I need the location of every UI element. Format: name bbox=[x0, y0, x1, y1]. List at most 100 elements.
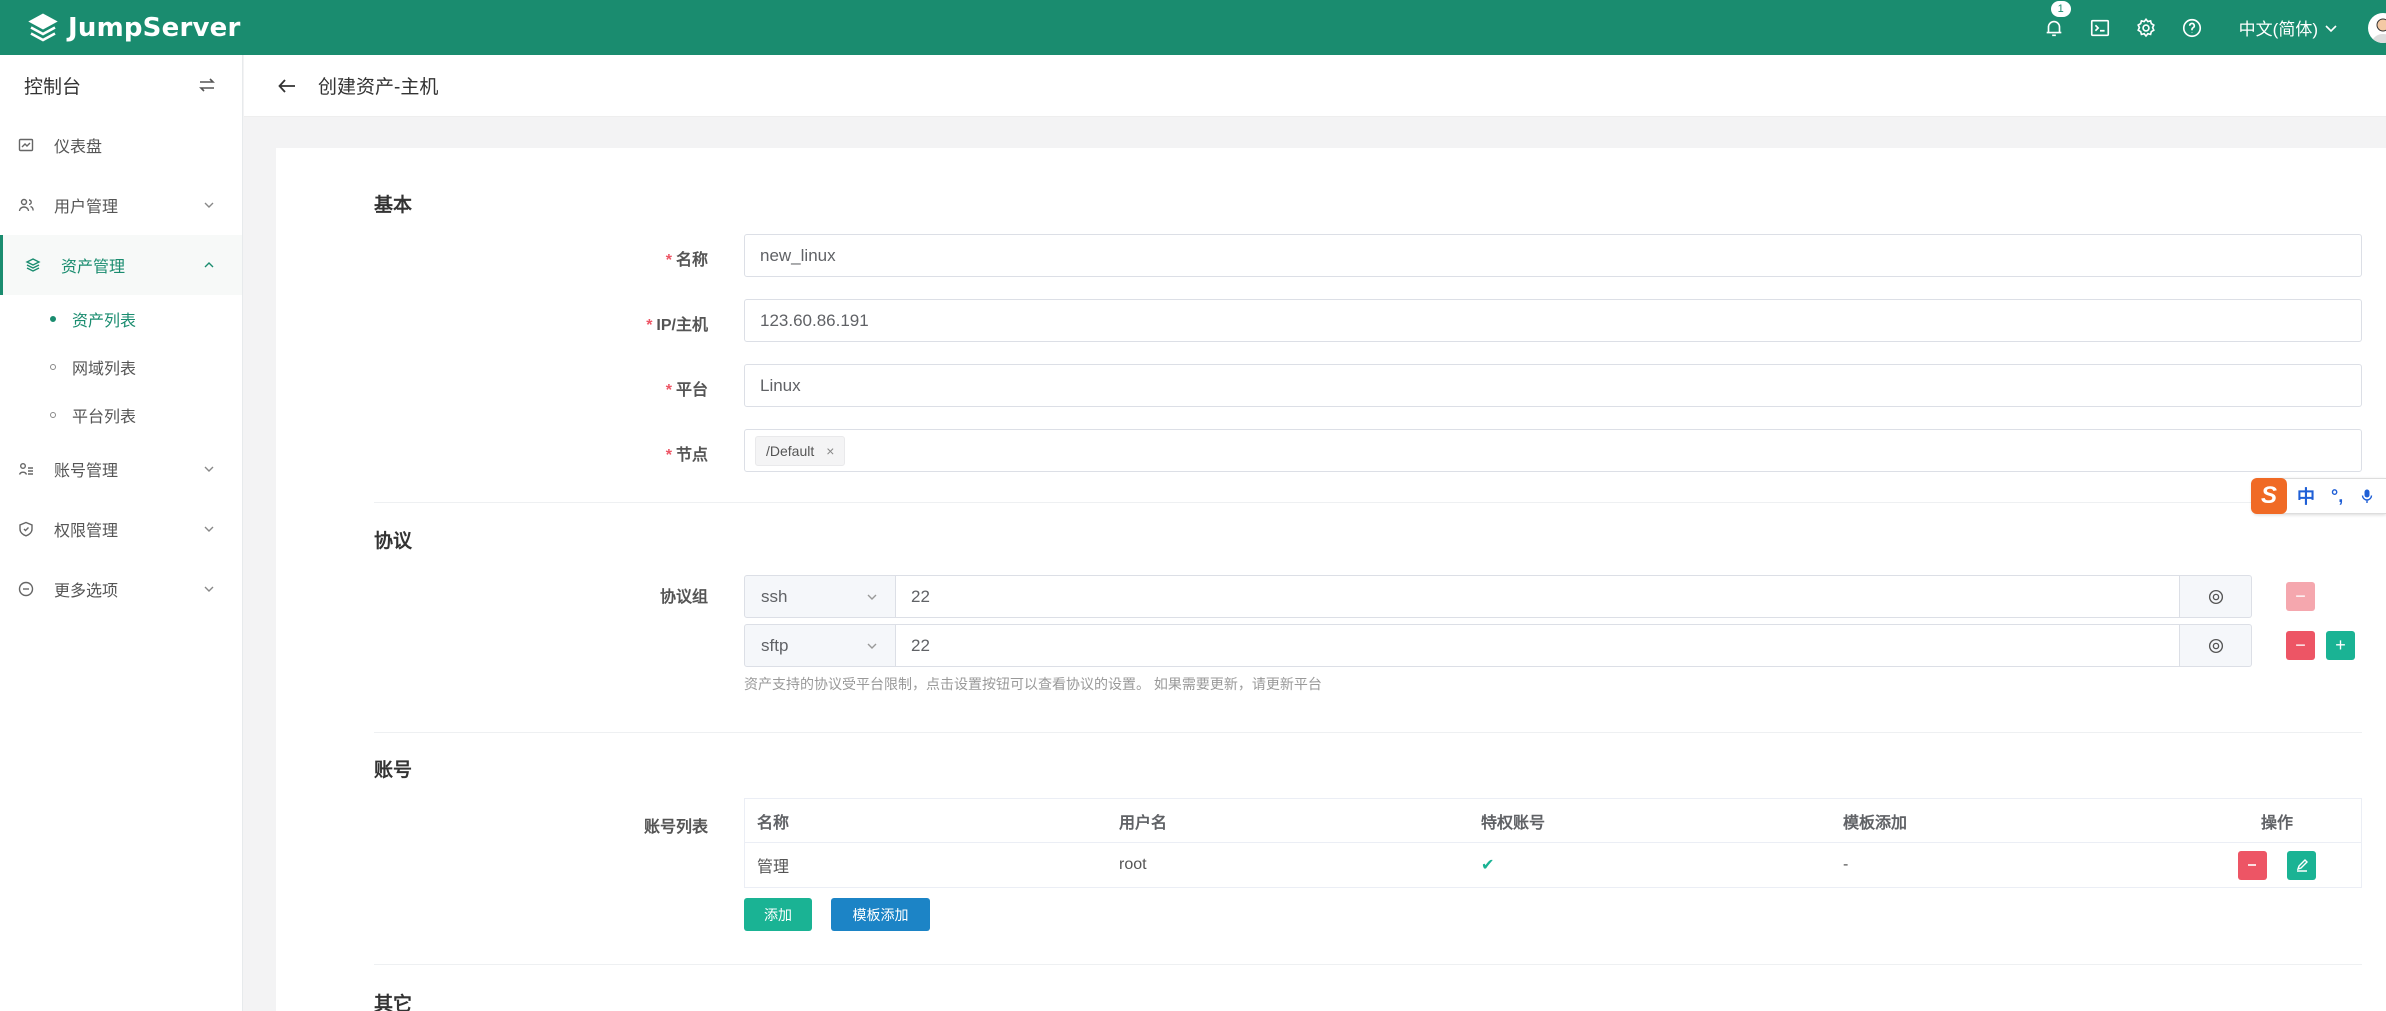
column-header-actions: 操作 bbox=[2260, 814, 2293, 832]
check-icon: ✔ bbox=[1481, 857, 1495, 874]
sidebar-item-users[interactable]: 用户管理 bbox=[0, 175, 242, 235]
chevron-down-icon bbox=[867, 643, 877, 649]
sidebar-item-label: 更多选项 bbox=[54, 583, 119, 600]
required-mark: * bbox=[646, 317, 653, 334]
assets-submenu: 资产列表 网域列表 平台列表 bbox=[0, 295, 242, 439]
protocol-name: ssh bbox=[761, 586, 788, 606]
logo-text: JumpServer bbox=[68, 12, 241, 43]
bell-icon bbox=[2046, 20, 2062, 36]
ime-mode[interactable]: 中 bbox=[2297, 483, 2315, 509]
notifications-button[interactable]: 1 bbox=[2031, 0, 2077, 55]
name-label-text: 名称 bbox=[675, 252, 708, 269]
required-mark: * bbox=[665, 252, 672, 269]
protocol-select[interactable]: sftp bbox=[744, 624, 896, 667]
sidebar-item-assets[interactable]: 资产管理 bbox=[0, 235, 242, 295]
table-header-row: 名称 用户名 特权账号 模板添加 操作 bbox=[745, 799, 2361, 843]
terminal-icon bbox=[2090, 19, 2109, 36]
node-tag-label: /Default bbox=[766, 442, 815, 459]
account-name-cell: 管理 bbox=[757, 859, 790, 876]
table-row: 管理 root ✔ - bbox=[745, 843, 2361, 887]
platform-input-value: Linux bbox=[760, 375, 801, 395]
ip-label: * IP/主机 bbox=[276, 311, 708, 335]
protocol-hint: 资产支持的协议受平台限制，点击设置按钮可以查看协议的设置。 如果需要更新，请更新… bbox=[744, 676, 1322, 692]
column-header-name: 名称 bbox=[757, 814, 790, 832]
ime-toolbar[interactable]: S 中 °, bbox=[2251, 478, 2386, 514]
account-username-cell: root bbox=[1119, 856, 1147, 873]
protocol-select[interactable]: ssh bbox=[744, 575, 896, 618]
sidebar-subitem-label: 资产列表 bbox=[72, 313, 137, 330]
question-icon bbox=[2182, 18, 2201, 37]
sidebar-item-dashboard[interactable]: 仪表盘 bbox=[0, 115, 242, 175]
platform-label-text: 平台 bbox=[675, 382, 708, 399]
node-label: * 节点 bbox=[276, 441, 708, 465]
protocol-row: ssh 22 bbox=[744, 575, 2252, 618]
close-icon[interactable]: × bbox=[826, 443, 834, 459]
shield-icon bbox=[19, 521, 33, 537]
sidebar-subitem-domain-list[interactable]: 网域列表 bbox=[0, 343, 242, 391]
name-label: * 名称 bbox=[276, 246, 708, 270]
account-icon bbox=[18, 463, 33, 475]
protocol-port-input[interactable]: 22 bbox=[896, 624, 2180, 667]
name-input[interactable]: new_linux bbox=[744, 234, 2362, 277]
sidebar-item-label: 资产管理 bbox=[61, 259, 126, 276]
sogou-logo-icon: S bbox=[2251, 478, 2287, 514]
node-tag: /Default × bbox=[755, 435, 846, 466]
dashboard-icon bbox=[18, 138, 34, 152]
delete-account-button[interactable] bbox=[2237, 850, 2267, 880]
more-icon bbox=[18, 581, 34, 597]
protocol-port-value: 22 bbox=[911, 635, 930, 655]
ip-input-value: 123.60.86.191 bbox=[760, 310, 869, 330]
protocol-settings-button[interactable] bbox=[2180, 575, 2252, 618]
required-mark: * bbox=[665, 447, 672, 464]
logo[interactable]: JumpServer bbox=[26, 11, 240, 45]
sidebar: 控制台 仪表盘 用户管理 资产管理 资产列表 网域列表 平台列表 账号管理 权限… bbox=[0, 55, 243, 1011]
remove-protocol-button[interactable]: − bbox=[2286, 582, 2315, 611]
language-label: 中文(简体) bbox=[2238, 20, 2318, 39]
divider bbox=[374, 732, 2362, 733]
page-header: 创建资产-主机 bbox=[244, 55, 2386, 117]
protocol-group-label: 协议组 bbox=[659, 589, 708, 606]
chevron-down-icon bbox=[204, 202, 214, 208]
sidebar-item-permissions[interactable]: 权限管理 bbox=[0, 499, 242, 559]
sidebar-item-label: 权限管理 bbox=[54, 523, 119, 540]
jumpserver-logo-icon bbox=[28, 13, 58, 41]
bullet-icon bbox=[50, 412, 56, 418]
users-icon bbox=[18, 198, 34, 212]
chevron-down-icon bbox=[204, 466, 214, 472]
sidebar-item-label: 账号管理 bbox=[54, 463, 119, 480]
microphone-icon[interactable] bbox=[2359, 488, 2375, 504]
sidebar-item-more[interactable]: 更多选项 bbox=[0, 559, 242, 619]
sidebar-item-label: 用户管理 bbox=[54, 199, 119, 216]
protocol-row: sftp 22 bbox=[744, 624, 2252, 667]
settings-button[interactable] bbox=[2123, 0, 2169, 55]
switch-view-icon[interactable] bbox=[198, 76, 216, 94]
protocol-name: sftp bbox=[761, 635, 789, 655]
column-header-privileged: 特权账号 bbox=[1481, 814, 1546, 832]
template-add-button[interactable]: 模板添加 bbox=[831, 898, 930, 931]
remove-protocol-button[interactable]: − bbox=[2286, 631, 2315, 660]
layers-icon bbox=[25, 258, 41, 272]
sidebar-subitem-platform-list[interactable]: 平台列表 bbox=[0, 391, 242, 439]
add-account-button[interactable]: 添加 bbox=[744, 898, 812, 931]
ip-input[interactable]: 123.60.86.191 bbox=[744, 299, 2362, 342]
edit-account-button[interactable] bbox=[2287, 850, 2317, 880]
protocol-settings-button[interactable] bbox=[2180, 624, 2252, 667]
top-bar: JumpServer 1 中文(简体) bbox=[0, 0, 2386, 55]
ime-punctuation[interactable]: °, bbox=[2331, 486, 2343, 507]
avatar[interactable] bbox=[2368, 12, 2386, 43]
minus-icon bbox=[2248, 864, 2257, 866]
notification-badge: 1 bbox=[2050, 1, 2071, 17]
sidebar-subitem-asset-list[interactable]: 资产列表 bbox=[0, 295, 242, 343]
add-protocol-button[interactable]: + bbox=[2326, 631, 2355, 660]
edit-icon bbox=[2296, 859, 2308, 872]
web-terminal-button[interactable] bbox=[2077, 0, 2123, 55]
language-selector[interactable]: 中文(简体) bbox=[2239, 15, 2338, 40]
chevron-down-icon bbox=[204, 586, 214, 592]
platform-input[interactable]: Linux bbox=[744, 364, 2362, 407]
help-button[interactable] bbox=[2169, 0, 2215, 55]
ip-label-text: IP/主机 bbox=[656, 317, 708, 334]
sidebar-item-accounts[interactable]: 账号管理 bbox=[0, 439, 242, 499]
node-select[interactable]: /Default × bbox=[744, 429, 2362, 472]
protocol-port-input[interactable]: 22 bbox=[896, 575, 2180, 618]
back-arrow-icon[interactable] bbox=[276, 75, 298, 97]
